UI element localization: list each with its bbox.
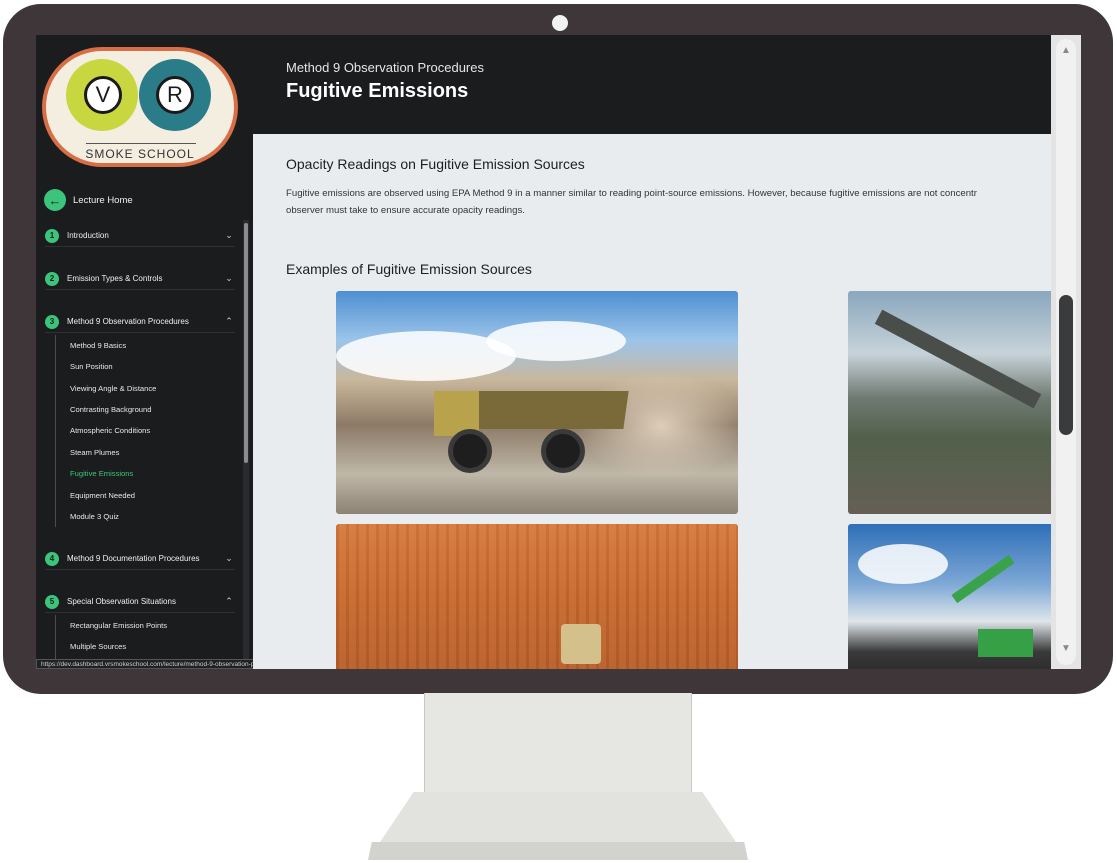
photo-haul-truck-dust (336, 291, 738, 514)
cloud-shape (858, 544, 948, 584)
subitem-equipment-needed[interactable]: Equipment Needed (70, 491, 135, 500)
cloud-shape (486, 321, 626, 361)
excavator-body (978, 629, 1033, 657)
conveyor-boom (874, 309, 1042, 409)
module-label: Introduction (67, 231, 109, 240)
sidebar: V R SMOKE SCHOOL ← Lecture Home 1 Introd… (36, 35, 253, 669)
chevron-up-icon: ⌃ (225, 596, 233, 606)
webcam-dot (552, 15, 568, 31)
field-rows (336, 524, 738, 669)
module-item-introduction[interactable]: 1 Introduction ⌄ (45, 225, 235, 247)
excavator-arm (951, 554, 1015, 604)
section-heading-examples: Examples of Fugitive Emission Sources (286, 261, 532, 277)
truck-wheel (541, 429, 585, 473)
subitem-steam-plumes[interactable]: Steam Plumes (70, 448, 119, 457)
main-content: Method 9 Observation Procedures Fugitive… (253, 35, 1051, 669)
logo-divider (86, 143, 196, 144)
page-title: Fugitive Emissions (286, 80, 469, 102)
vr-smoke-school-logo[interactable]: V R SMOKE SCHOOL (42, 47, 238, 167)
module-item-emission-types[interactable]: 2 Emission Types & Controls ⌄ (45, 268, 235, 290)
chevron-down-icon: ⌄ (225, 273, 233, 283)
photo-rock-crusher (848, 291, 1051, 514)
paragraph-line-1: Fugitive emissions are observed using EP… (286, 188, 977, 199)
truck-dump-bed (463, 391, 629, 429)
lesson-header: Method 9 Observation Procedures Fugitive… (253, 35, 1051, 134)
logo-v-letter: V (84, 76, 122, 114)
module-number-badge: 3 (45, 314, 59, 329)
arrow-left-icon: ← (44, 189, 66, 211)
monitor-frame: V R SMOKE SCHOOL ← Lecture Home 1 Introd… (3, 4, 1113, 694)
logo-r-letter: R (156, 76, 194, 114)
module-number-badge: 2 (45, 271, 59, 286)
paragraph-line-2: observer must take to ensure accurate op… (286, 205, 525, 216)
module-label: Emission Types & Controls (67, 274, 163, 283)
subitem-module-3-quiz[interactable]: Module 3 Quiz (70, 512, 119, 521)
lecture-home-link[interactable]: ← Lecture Home (44, 189, 133, 211)
photo-field-tractor-dust (336, 524, 738, 669)
section-paragraph: Fugitive emissions are observed using EP… (286, 185, 1051, 219)
chevron-down-icon: ⌄ (225, 553, 233, 563)
monitor-stand-neck (424, 693, 692, 793)
module-label: Special Observation Situations (67, 597, 176, 606)
module-number-badge: 4 (45, 551, 59, 566)
subitem-multiple-sources[interactable]: Multiple Sources (70, 642, 126, 651)
sidebar-scrollbar-thumb[interactable] (244, 223, 248, 463)
photo-green-excavator (848, 524, 1051, 669)
subitem-fugitive-emissions-active[interactable]: Fugitive Emissions (70, 469, 133, 478)
logo-caption: SMOKE SCHOOL (85, 147, 195, 161)
main-scrollbar[interactable]: ▲ ▼ (1051, 35, 1081, 669)
module-3-subitems: Method 9 Basics Sun Position Viewing Ang… (55, 335, 156, 527)
subitem-atmospheric-conditions[interactable]: Atmospheric Conditions (70, 426, 150, 435)
main-scrollbar-thumb[interactable] (1059, 295, 1073, 435)
module-number-badge: 1 (45, 228, 59, 243)
status-bar-url: https://dev.dashboard.vrsmokeschool.com/… (36, 659, 253, 669)
subitem-method-9-basics[interactable]: Method 9 Basics (70, 341, 126, 350)
section-heading-opacity: Opacity Readings on Fugitive Emission So… (286, 156, 585, 172)
module-label: Method 9 Observation Procedures (67, 317, 189, 326)
scroll-down-arrow-icon[interactable]: ▼ (1058, 643, 1074, 655)
chevron-up-icon: ⌃ (225, 316, 233, 326)
subitem-contrasting-background[interactable]: Contrasting Background (70, 405, 151, 414)
truck-wheel (448, 429, 492, 473)
subitem-sun-position[interactable]: Sun Position (70, 362, 113, 371)
tractor-dust (561, 624, 601, 664)
module-item-method-9-documentation[interactable]: 4 Method 9 Documentation Procedures ⌄ (45, 548, 235, 570)
module-kicker: Method 9 Observation Procedures (286, 60, 484, 75)
lecture-home-label: Lecture Home (73, 194, 133, 206)
scroll-up-arrow-icon[interactable]: ▲ (1058, 45, 1074, 57)
subitem-viewing-angle[interactable]: Viewing Angle & Distance (70, 384, 156, 393)
monitor-stand-base-edge (368, 842, 748, 860)
chevron-down-icon: ⌄ (225, 230, 233, 240)
subitem-rectangular-emission-points[interactable]: Rectangular Emission Points (70, 621, 167, 630)
module-number-badge: 5 (45, 594, 59, 609)
module-label: Method 9 Documentation Procedures (67, 554, 200, 563)
module-item-special-observation[interactable]: 5 Special Observation Situations ⌃ (45, 591, 235, 613)
module-item-method-9-observation[interactable]: 3 Method 9 Observation Procedures ⌃ (45, 311, 235, 333)
screen: V R SMOKE SCHOOL ← Lecture Home 1 Introd… (36, 35, 1081, 669)
